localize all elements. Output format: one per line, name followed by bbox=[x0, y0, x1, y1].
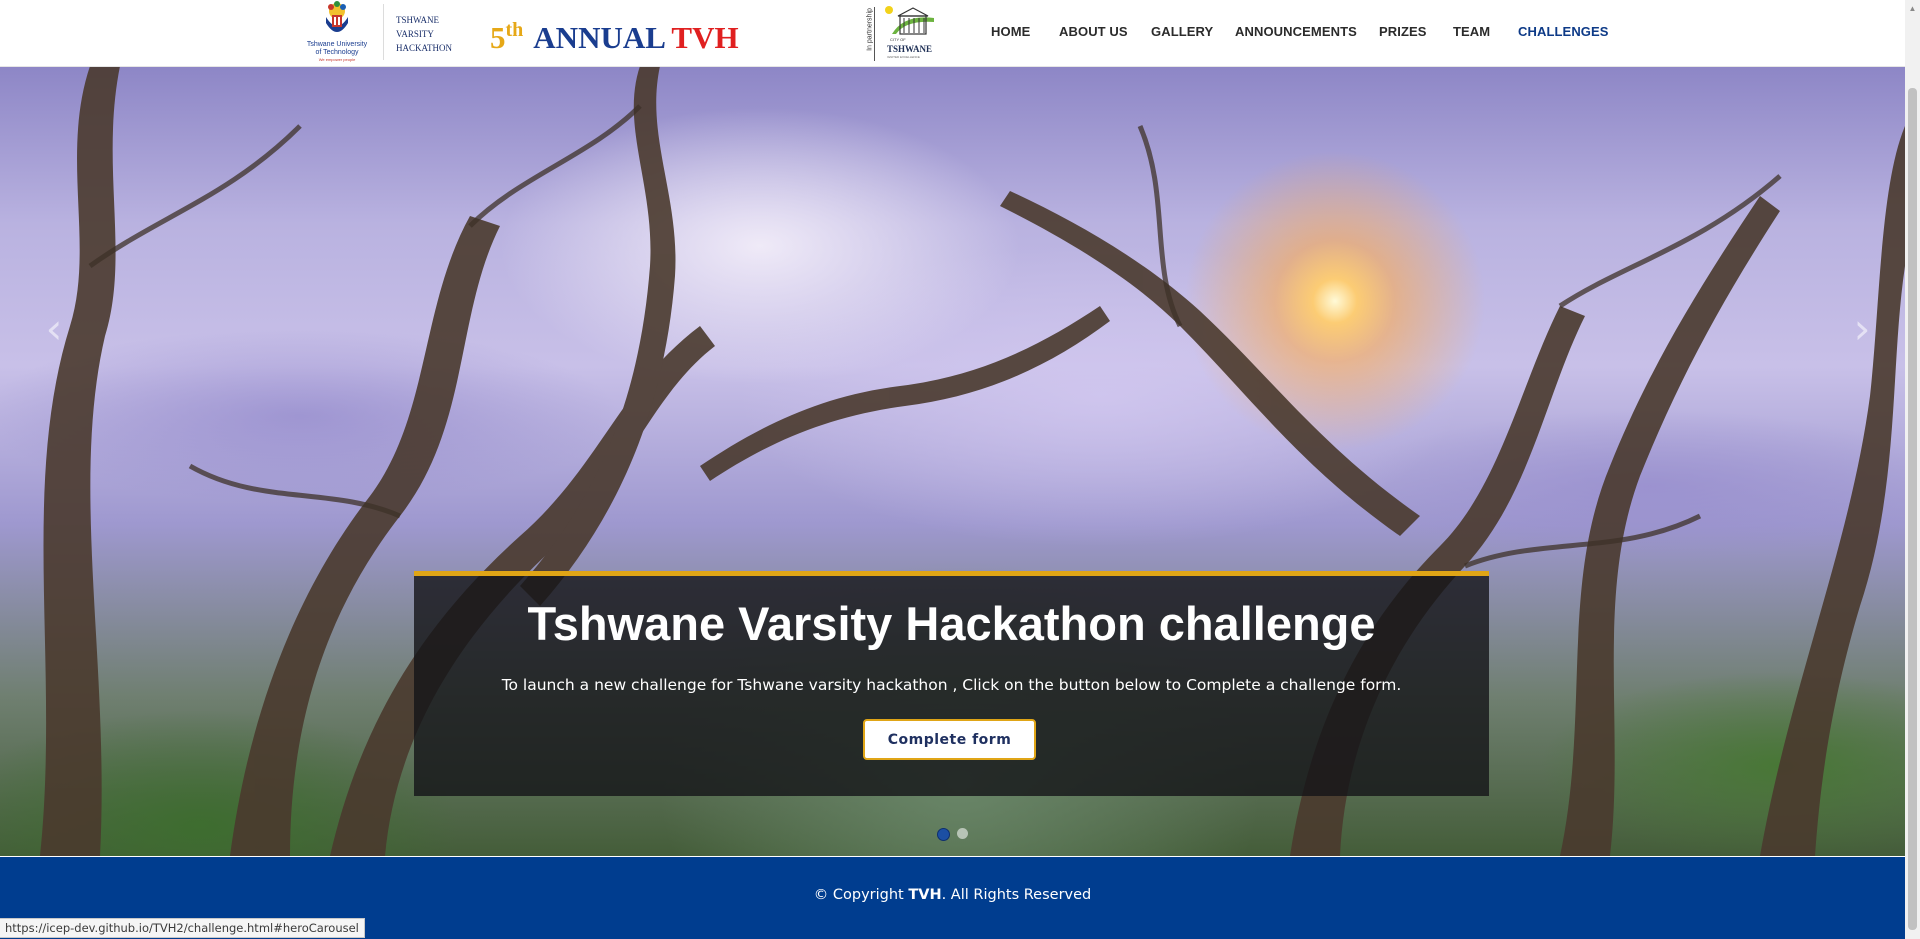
hero-caption: Tshwane Varsity Hackathon challenge To l… bbox=[414, 571, 1489, 796]
copyright-prefix: © Copyright bbox=[813, 887, 909, 903]
tvh-word-3: HACKATHON bbox=[396, 43, 452, 53]
page-scrollbar[interactable]: ▲ bbox=[1905, 0, 1920, 939]
nav-challenges[interactable]: CHALLENGES bbox=[1518, 24, 1609, 39]
tut-name: Tshwane University of Technology bbox=[306, 41, 368, 56]
tut-logo[interactable]: Tshwane University of Technology We empo… bbox=[303, 1, 371, 63]
carousel-indicator-2[interactable] bbox=[957, 828, 968, 839]
nav-about-us[interactable]: ABOUT US bbox=[1059, 24, 1128, 39]
chevron-left-icon: ‹ bbox=[45, 303, 63, 353]
city-slogan: IGNITED EXCELLENCE bbox=[887, 55, 920, 59]
tvh-word-1: TSHWANE bbox=[396, 15, 439, 25]
scroll-thumb[interactable] bbox=[1908, 88, 1917, 930]
nav-prizes[interactable]: PRIZES bbox=[1379, 24, 1427, 39]
status-bar-url: https://icep-dev.github.io/TVH2/challeng… bbox=[0, 918, 365, 938]
nav-home[interactable]: HOME bbox=[991, 24, 1030, 39]
city-of-tshwane-logo[interactable]: In partnership CITY OF TSHWANE IGNITED E… bbox=[860, 4, 944, 62]
complete-form-button[interactable]: Complete form bbox=[863, 719, 1036, 760]
tshwane-label: TSHWANE bbox=[887, 44, 933, 54]
chevron-right-icon: › bbox=[1853, 303, 1871, 353]
copyright-suffix: . All Rights Reserved bbox=[941, 887, 1092, 903]
partnership-divider bbox=[874, 7, 875, 61]
partnership-label: In partnership bbox=[866, 8, 874, 51]
tvh-wordmark: TSHWANE VARSITY HACKATHON bbox=[396, 13, 466, 55]
carousel-prev-button[interactable]: ‹ bbox=[30, 298, 78, 358]
hero-description: To launch a new challenge for Tshwane va… bbox=[501, 676, 1402, 694]
tvh-acronym: TVH bbox=[671, 20, 739, 55]
city-hall-icon bbox=[885, 6, 934, 35]
copyright-text: © Copyright TVH. All Rights Reserved bbox=[0, 887, 1905, 903]
hero-title: Tshwane Varsity Hackathon challenge bbox=[527, 597, 1376, 650]
city-of-label: CITY OF bbox=[890, 37, 906, 42]
site-header: Tshwane University of Technology We empo… bbox=[0, 0, 1905, 67]
carousel-next-button[interactable]: › bbox=[1838, 298, 1886, 358]
annual-word: ANNUAL bbox=[533, 20, 665, 55]
edition-number: 5 bbox=[490, 20, 506, 55]
edition-suffix: th bbox=[505, 19, 524, 41]
annual-tvh-title: 5th ANNUAL TVH bbox=[490, 18, 739, 62]
hero-carousel: ‹ › Tshwane Varsity Hackathon challenge … bbox=[0, 66, 1905, 856]
scroll-up-icon[interactable]: ▲ bbox=[1905, 0, 1920, 17]
tut-crest-icon bbox=[326, 1, 348, 32]
logo-divider bbox=[383, 4, 384, 60]
tvh-word-2: VARSITY bbox=[396, 29, 434, 39]
nav-team[interactable]: TEAM bbox=[1453, 24, 1490, 39]
nav-announcements[interactable]: ANNOUNCEMENTS bbox=[1235, 24, 1357, 39]
copyright-brand: TVH bbox=[908, 887, 942, 903]
nav-gallery[interactable]: GALLERY bbox=[1151, 24, 1213, 39]
carousel-indicator-1[interactable] bbox=[937, 828, 950, 841]
tut-tagline: We empower people bbox=[318, 57, 356, 62]
